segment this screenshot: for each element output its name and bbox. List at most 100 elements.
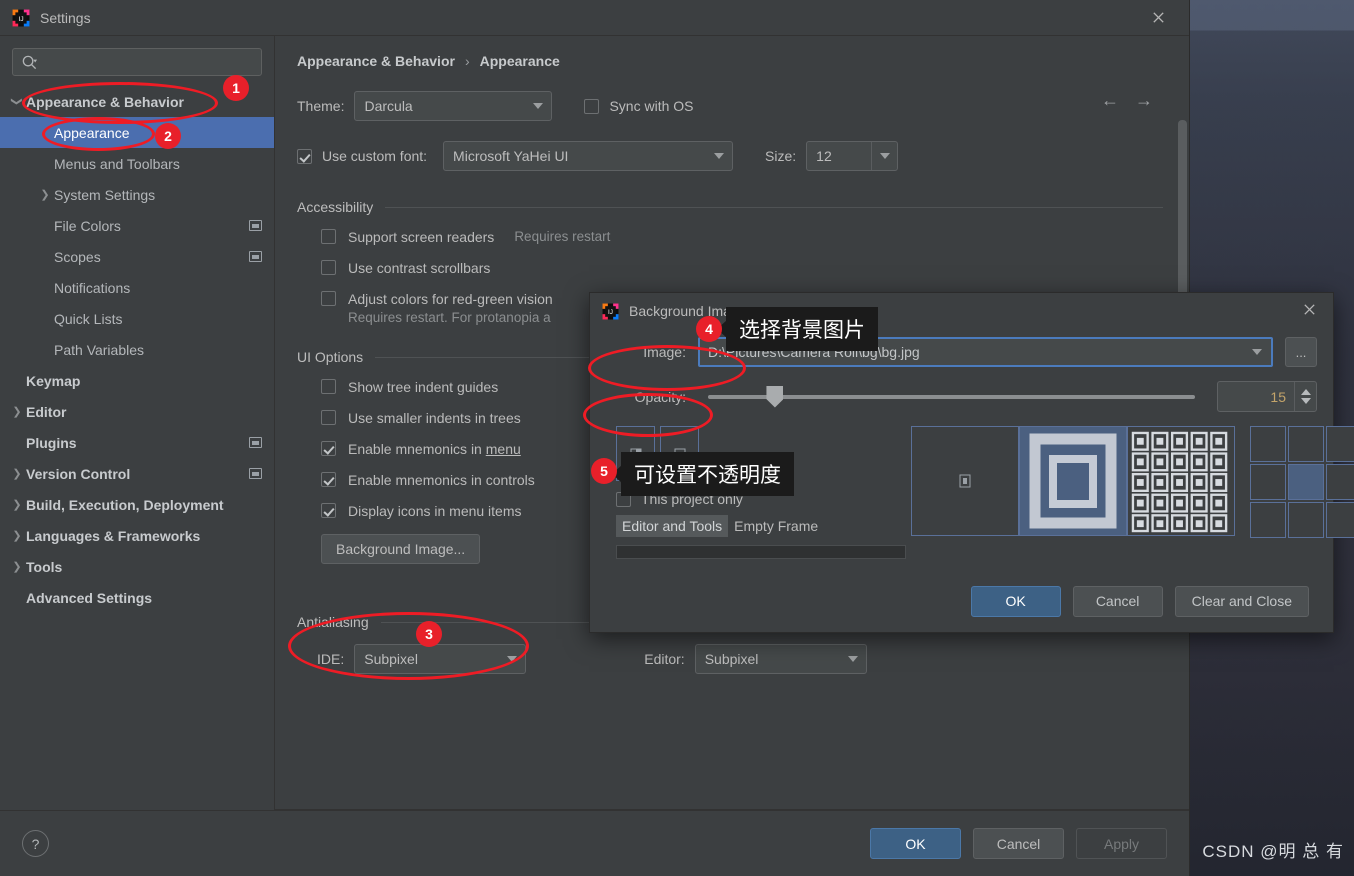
sidebar-item-keymap[interactable]: Keymap [0, 365, 274, 396]
sidebar-item-scopes[interactable]: Scopes [0, 241, 274, 272]
font-family-value: Microsoft YaHei UI [453, 148, 569, 164]
sidebar-item-editor[interactable]: ❯ Editor [0, 396, 274, 427]
sidebar-item-label: Tools [26, 558, 63, 575]
sync-with-os-checkbox[interactable] [584, 98, 600, 114]
sidebar-item-build-execution-deployment[interactable]: ❯ Build, Execution, Deployment [0, 489, 274, 520]
chevron-down-icon [525, 103, 551, 109]
editor-antialiasing-select[interactable]: Subpixel [694, 644, 867, 674]
sidebar-item-appearance[interactable]: Appearance [0, 117, 274, 148]
tab-editor-and-tools[interactable]: Editor and Tools [616, 515, 729, 537]
cancel-button[interactable]: Cancel [973, 828, 1064, 859]
opacity-slider-thumb[interactable] [766, 385, 784, 408]
anchor-bottom-right[interactable] [1326, 502, 1354, 538]
chevron-down-icon [706, 153, 732, 159]
chevron-right-icon: ❯ [40, 189, 50, 201]
ok-button[interactable]: OK [870, 828, 961, 859]
sidebar-item-menus-and-toolbars[interactable]: Menus and Toolbars [0, 148, 274, 179]
sidebar-item-system-settings[interactable]: ❯ System Settings [0, 179, 274, 210]
enable-mnemonics-controls-checkbox[interactable] [321, 472, 336, 487]
chevron-down-icon[interactable] [1300, 398, 1311, 404]
use-contrast-scrollbars-checkbox[interactable] [321, 260, 336, 275]
use-smaller-indents-checkbox[interactable] [321, 410, 336, 425]
opacity-spinner[interactable]: 15 [1217, 381, 1317, 412]
forward-arrow-icon[interactable]: → [1135, 90, 1153, 111]
sidebar-item-file-colors[interactable]: File Colors [0, 210, 274, 241]
enable-mnemonics-menu-checkbox[interactable] [321, 441, 336, 456]
ide-antialiasing-select[interactable]: Subpixel [354, 644, 527, 674]
breadcrumb-current: Appearance [479, 53, 560, 69]
anchor-middle-left[interactable] [1250, 464, 1286, 500]
sidebar-item-tools[interactable]: ❯ Tools [0, 551, 274, 582]
svg-text:IJ: IJ [18, 15, 23, 22]
sidebar-item-advanced-settings[interactable]: Advanced Settings [0, 582, 274, 613]
use-smaller-indents-label: Use smaller indents in trees [348, 409, 521, 426]
spinner-arrows[interactable] [1294, 382, 1316, 411]
anchor-middle-right[interactable] [1326, 464, 1354, 500]
sidebar-item-languages-frameworks[interactable]: ❯ Languages & Frameworks [0, 520, 274, 551]
ide-antialiasing-label: IDE: [317, 651, 345, 667]
intellij-idea-icon: IJ [602, 303, 619, 320]
search-input[interactable] [37, 53, 261, 71]
tab-empty-frame[interactable]: Empty Frame [728, 515, 824, 537]
editor-antialiasing-value: Subpixel [704, 651, 759, 667]
search-box[interactable] [12, 48, 262, 76]
settings-scope-icon [249, 251, 262, 262]
sidebar-item-plugins[interactable]: Plugins [0, 427, 274, 458]
opacity-slider[interactable] [708, 385, 1195, 408]
image-label: Image: [643, 344, 686, 360]
theme-select[interactable]: Darcula [354, 91, 553, 121]
anchor-bottom-center[interactable] [1288, 502, 1324, 538]
sidebar-item-path-variables[interactable]: Path Variables [0, 334, 274, 365]
show-tree-indent-guides-checkbox[interactable] [321, 379, 336, 394]
chevron-up-icon[interactable] [1300, 389, 1311, 395]
chevron-down-icon [871, 142, 897, 170]
use-contrast-scrollbars-row[interactable]: Use contrast scrollbars [297, 252, 1163, 283]
fill-mode-tile[interactable] [1127, 426, 1235, 536]
clear-and-close-button[interactable]: Clear and Close [1174, 585, 1309, 617]
font-size-select[interactable]: 12 [806, 141, 899, 171]
chevron-down-icon[interactable] [1243, 349, 1271, 355]
close-icon[interactable] [1302, 301, 1317, 322]
anchor-middle-center[interactable] [1288, 464, 1324, 500]
breadcrumb-parent[interactable]: Appearance & Behavior [297, 53, 455, 69]
background-image-dialog-body: Image: D:\Pictures\Camera Roll\bg\bg.jpg… [590, 329, 1354, 570]
sidebar-item-label: System Settings [54, 186, 156, 203]
close-icon[interactable] [1145, 5, 1171, 31]
annotation-badge-2: 2 [155, 123, 181, 149]
font-family-select[interactable]: Microsoft YaHei UI [443, 141, 734, 171]
sidebar-item-label: Version Control [26, 465, 131, 482]
antialiasing-row: IDE: Subpixel Editor: Subpixel [297, 644, 1163, 674]
display-icons-menu-items-checkbox[interactable] [321, 503, 336, 518]
dialog-cancel-button[interactable]: Cancel [1072, 585, 1163, 617]
breadcrumb: Appearance & Behavior › Appearance [297, 36, 1163, 69]
browse-button[interactable]: ... [1285, 337, 1317, 367]
sidebar-item-notifications[interactable]: Notifications [0, 272, 274, 303]
accessibility-group-header: Accessibility [297, 199, 1163, 215]
anchor-top-center[interactable] [1288, 426, 1324, 462]
anchor-top-right[interactable] [1326, 426, 1354, 462]
adjust-colors-checkbox[interactable] [321, 291, 336, 306]
background-image-button[interactable]: Background Image... [321, 534, 481, 564]
dialog-ok-button[interactable]: OK [970, 585, 1061, 617]
back-arrow-icon[interactable]: ← [1101, 90, 1119, 111]
watermark: CSDN @明 总 有 [1202, 842, 1344, 861]
settings-footer: ? OK Cancel Apply [0, 810, 1189, 876]
sync-with-os-row[interactable]: Sync with OS [584, 98, 694, 114]
sidebar-item-version-control[interactable]: ❯ Version Control [0, 458, 274, 489]
sidebar-item-label: Advanced Settings [26, 589, 153, 606]
anchor-top-left[interactable] [1250, 426, 1286, 462]
anchor-bottom-left[interactable] [1250, 502, 1286, 538]
sidebar-item-label: Keymap [26, 372, 81, 389]
fill-mode-center[interactable] [911, 426, 1019, 536]
fill-mode-scale[interactable] [1019, 426, 1127, 536]
sidebar-item-quick-lists[interactable]: Quick Lists [0, 303, 274, 334]
help-icon[interactable]: ? [22, 830, 49, 857]
support-screen-readers-checkbox[interactable] [321, 229, 336, 244]
support-screen-readers-row[interactable]: Support screen readers Requires restart [297, 221, 1163, 252]
use-custom-font-checkbox[interactable] [297, 148, 312, 164]
display-icons-menu-items-label: Display icons in menu items [348, 502, 522, 519]
sidebar-item-label: Menus and Toolbars [54, 155, 180, 172]
opacity-value: 15 [1270, 388, 1286, 405]
ide-antialiasing-value: Subpixel [364, 651, 418, 667]
annotation-badge-5: 5 [591, 458, 617, 484]
